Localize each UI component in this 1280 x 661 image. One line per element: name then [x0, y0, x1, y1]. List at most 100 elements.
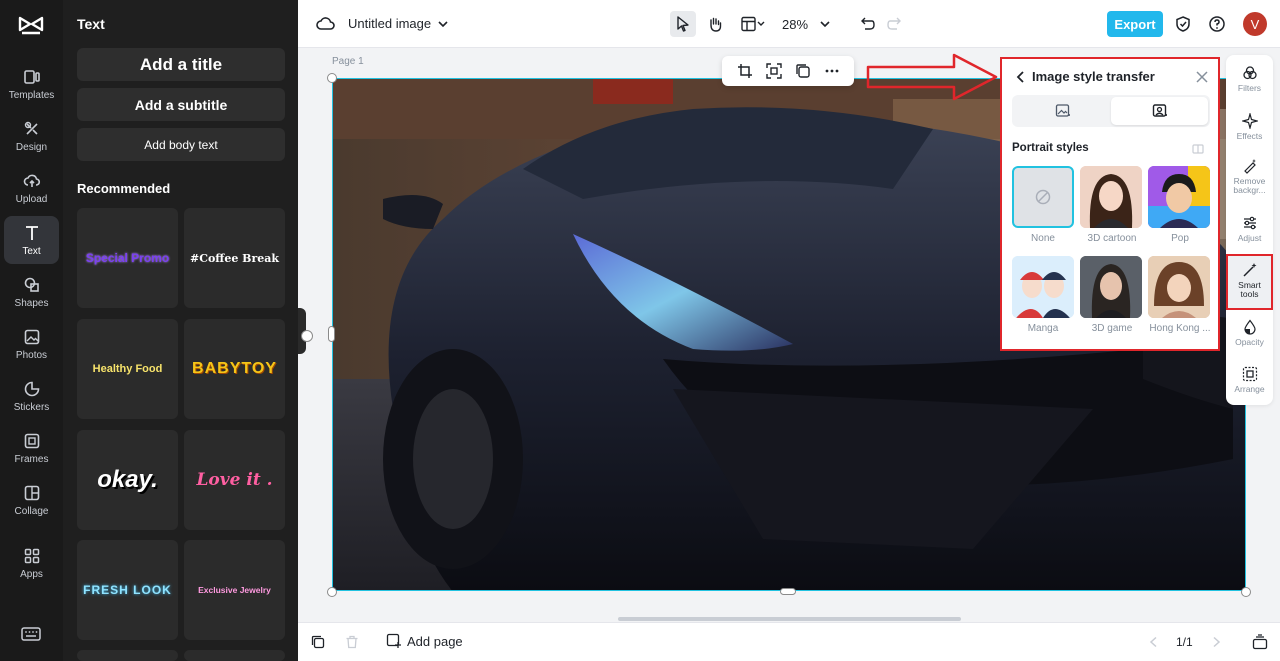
zoom-dropdown[interactable]: 28% [778, 11, 834, 37]
text-preset-tile[interactable]: Love it . [184, 430, 285, 530]
frames-icon [24, 433, 39, 448]
text-preset-tile[interactable] [77, 650, 178, 661]
rail-item-arrange[interactable]: Arrange [1226, 366, 1273, 394]
user-avatar[interactable]: V [1243, 12, 1267, 36]
rail-item-collage[interactable]: Collage [4, 476, 59, 524]
hand-tool-button[interactable] [702, 11, 728, 37]
shapes-icon [24, 277, 39, 292]
add-subtitle-button[interactable]: Add a subtitle [77, 88, 285, 121]
help-icon[interactable] [1208, 15, 1226, 33]
redo-button[interactable] [882, 11, 908, 37]
collage-icon [24, 485, 39, 500]
text-preset-tile[interactable]: okay. [77, 430, 178, 530]
none-icon [1035, 189, 1051, 205]
prev-page-icon[interactable] [1148, 636, 1160, 648]
rail-item-photos[interactable]: Photos [4, 320, 59, 368]
text-preset-tile[interactable]: Healthy Food [77, 319, 178, 419]
style-option-pop[interactable] [1148, 166, 1210, 228]
rail-item-frames[interactable]: Frames [4, 424, 59, 472]
rail-item-label: Templates [8, 89, 55, 101]
layout-menu-button[interactable] [736, 11, 770, 37]
section-heading: Portrait styles [1012, 142, 1089, 154]
rail-item-filters[interactable]: Filters [1226, 65, 1273, 93]
rail-item-upload[interactable]: Upload [4, 164, 59, 212]
rail-item-label: Remove backgr... [1233, 176, 1266, 196]
back-chevron-icon[interactable] [1016, 71, 1026, 83]
resize-handle-bottom[interactable] [780, 588, 796, 595]
resize-handle-left[interactable] [328, 326, 335, 342]
cartoon-portrait-thumbnail [1080, 166, 1142, 228]
text-preset-label: BABYTOY [192, 360, 277, 377]
rail-item-label: Apps [20, 568, 43, 580]
text-preset-tile[interactable]: FRESH LOOK [77, 540, 178, 640]
shield-icon[interactable] [1174, 15, 1192, 33]
add-page-button[interactable]: Add page [386, 633, 463, 649]
panel-title: Image style transfer [1032, 69, 1155, 84]
cloud-save-icon[interactable] [316, 15, 336, 33]
style-option-hong-kong[interactable] [1148, 256, 1210, 318]
rail-item-label: Collage [14, 505, 49, 517]
style-option-manga[interactable] [1012, 256, 1074, 318]
add-body-text-button[interactable]: Add body text [77, 128, 285, 161]
rotate-handle[interactable] [301, 330, 313, 342]
bottom-bar: Add page 1/1 [298, 622, 1280, 661]
trash-icon[interactable] [345, 635, 359, 649]
text-preset-tile[interactable]: BABYTOY [184, 319, 285, 419]
rail-item-templates[interactable]: Templates [4, 60, 59, 108]
rail-item-adjust[interactable]: Adjust [1226, 215, 1273, 243]
more-icon[interactable] [824, 63, 840, 79]
rail-item-shapes[interactable]: Shapes [4, 268, 59, 316]
adjust-icon [1243, 216, 1256, 230]
manga-portrait-thumbnail [1012, 256, 1074, 318]
undo-button[interactable] [854, 11, 880, 37]
layout-icon [741, 16, 765, 32]
text-preset-label: Love it . [196, 470, 273, 490]
rail-item-stickers[interactable]: Stickers [4, 372, 59, 420]
chevron-down-icon [820, 21, 830, 28]
page-label: Page 1 [332, 56, 364, 67]
text-preset-tile[interactable] [184, 650, 285, 661]
style-option-3d-cartoon[interactable] [1080, 166, 1142, 228]
style-option-none[interactable] [1012, 166, 1074, 228]
style-option-3d-game[interactable] [1080, 256, 1142, 318]
panel-title: Text [77, 16, 105, 32]
tab-portrait-style[interactable] [1111, 97, 1208, 125]
collapse-icon[interactable] [1192, 143, 1204, 155]
duplicate-page-icon[interactable] [311, 635, 325, 649]
style-label: Pop [1171, 233, 1189, 244]
resize-handle[interactable] [327, 587, 337, 597]
tab-image-style[interactable] [1014, 97, 1111, 125]
photos-icon [24, 329, 39, 344]
crop-icon[interactable] [737, 63, 753, 79]
rail-item-effects[interactable]: Effects [1226, 113, 1273, 141]
resize-handle[interactable] [1241, 587, 1251, 597]
select-tool-button[interactable] [670, 11, 696, 37]
keyboard-icon[interactable] [20, 626, 42, 642]
rail-item-design[interactable]: Design [4, 112, 59, 160]
style-label: Hong Kong ... [1149, 323, 1211, 334]
rail-item-opacity[interactable]: Opacity [1226, 319, 1273, 347]
duplicate-icon[interactable] [795, 63, 811, 79]
export-button[interactable]: Export [1107, 11, 1163, 37]
rail-item-text[interactable]: Text [4, 216, 59, 264]
rail-item-smart-tools[interactable]: Smart tools [1226, 254, 1273, 310]
hand-icon [710, 17, 722, 32]
rail-item-remove-background[interactable]: Remove backgr... [1226, 158, 1273, 196]
resize-handle[interactable] [327, 73, 337, 83]
smart-select-icon[interactable] [765, 63, 782, 79]
text-preset-tile[interactable]: Special Promo [77, 208, 178, 308]
text-preset-tile[interactable]: Exclusive Jewelry [184, 540, 285, 640]
close-icon[interactable] [1196, 71, 1208, 83]
cursor-icon [677, 16, 689, 32]
next-page-icon[interactable] [1210, 636, 1222, 648]
rail-item-apps[interactable]: Apps [4, 539, 59, 587]
cloud-upload-icon [23, 174, 40, 187]
capcut-logo[interactable] [18, 14, 44, 36]
page-manager-icon[interactable] [1252, 634, 1268, 650]
add-title-button[interactable]: Add a title [77, 48, 285, 81]
horizontal-scrollbar[interactable] [618, 617, 961, 621]
document-title[interactable]: Untitled image [348, 16, 431, 31]
text-preset-tile[interactable]: #Coffee Break [184, 208, 285, 308]
text-icon [25, 225, 38, 240]
chevron-down-icon[interactable] [438, 19, 448, 29]
